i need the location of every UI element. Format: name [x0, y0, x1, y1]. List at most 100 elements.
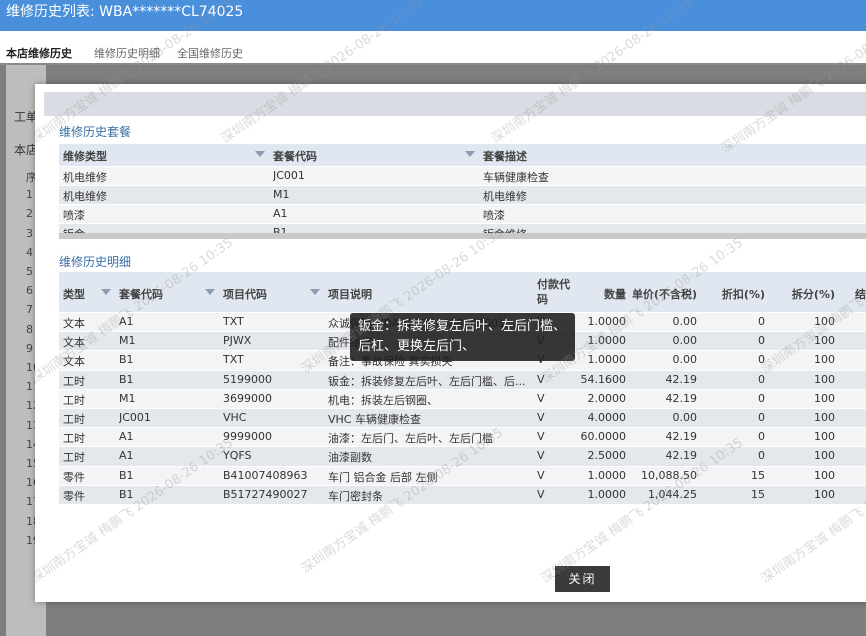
detail-cell-pkg: A1: [119, 449, 134, 463]
detail-cell-qty: 1.0000: [587, 468, 627, 482]
detail-cell-split: 100: [814, 430, 835, 444]
detail-cell-pkg: B1: [119, 468, 134, 482]
package-row[interactable]: 喷漆 A1 喷漆: [59, 205, 866, 224]
detail-cell-disc: 0: [758, 353, 765, 367]
package-row[interactable]: 钣金 B1 钣金维修: [59, 224, 866, 233]
detail-cell-price: 0.00: [672, 353, 698, 367]
background-row-number: 7: [26, 303, 33, 317]
tab-bar: 本店维修历史 维修历史明细 全国维修历史: [0, 31, 866, 68]
detail-cell-desc: 车门密封条: [328, 489, 383, 503]
detail-cell-desc: 油漆副数: [328, 451, 372, 465]
detail-cell-pkg: B1: [119, 353, 134, 367]
detail-row[interactable]: 零件 B1 B51727490027 车门密封条 V 1.0000 1,044.25 15 10…: [59, 485, 866, 505]
filter-icon[interactable]: [101, 289, 111, 297]
header-repair-type: 维修类型: [63, 150, 107, 163]
filter-icon[interactable]: [310, 289, 320, 297]
detail-cell-qty: 1.0000: [587, 487, 627, 501]
detail-cell-pay: V: [537, 449, 545, 463]
details-table-header: 类型 套餐代码 项目代码 项目说明 付款代码 数量 单价(不含税) 折扣(%) …: [59, 272, 866, 312]
package-cell-desc: 喷漆: [483, 209, 505, 222]
detail-row[interactable]: 工时 B1 5199000 钣金：拆装修复左后叶、左后门槛、后... V 54.1600 4…: [59, 370, 866, 390]
background-row-number: 1: [26, 188, 33, 202]
detail-cell-item: TXT: [223, 315, 244, 328]
detail-cell-pay: V: [537, 372, 545, 386]
detail-cell-price: 42.19: [665, 449, 698, 463]
detail-cell-disc: 0: [758, 334, 765, 348]
detail-cell-item: YQFS: [223, 449, 252, 463]
detail-cell-disc: 15: [751, 468, 765, 482]
detail-cell-type: 工时: [63, 451, 85, 465]
package-cell-type: 喷漆: [63, 209, 85, 222]
filter-icon[interactable]: [255, 151, 265, 159]
background-row-number: 9: [26, 341, 33, 355]
detail-cell-pay: V: [537, 391, 545, 405]
package-row[interactable]: 机电维修 JC001 车辆健康检查: [59, 167, 866, 186]
filter-icon[interactable]: [205, 289, 215, 297]
detail-cell-split: 100: [814, 315, 835, 328]
details-section-title: 维修历史明细: [59, 255, 132, 269]
header-package-code: 套餐代码: [273, 150, 317, 163]
detail-cell-disc: 0: [758, 315, 765, 328]
detail-cell-item: 3699000: [223, 391, 272, 405]
header-item-code: 项目代码: [223, 288, 267, 301]
horizontal-scrollbar[interactable]: [59, 233, 866, 239]
detail-cell-qty: 2.0000: [587, 391, 627, 405]
detail-cell-type: 零件: [63, 489, 85, 503]
tab-history-detail[interactable]: 维修历史明细: [94, 45, 160, 61]
detail-cell-pay: V: [537, 468, 545, 482]
detail-cell-price: 42.19: [665, 391, 698, 405]
header-package-desc: 套餐描述: [483, 150, 527, 163]
detail-cell-item: 9999000: [223, 430, 272, 444]
detail-row[interactable]: 工时 A1 YQFS 油漆副数 V 2.5000 42.19 0 100: [59, 447, 866, 467]
header-extra: 结: [855, 288, 866, 301]
detail-cell-price: 1,044.25: [648, 487, 697, 501]
detail-cell-pay: V: [537, 487, 545, 501]
detail-cell-qty: 54.1600: [580, 372, 627, 386]
detail-cell-pay: V: [537, 410, 545, 424]
detail-cell-type: 文本: [63, 355, 85, 369]
detail-cell-item: VHC: [223, 410, 247, 424]
package-cell-type: 机电维修: [63, 171, 107, 184]
detail-cell-type: 工时: [63, 432, 85, 446]
item-description-tooltip: 钣金：拆装修复左后叶、左后门槛、后杠、更换左后门、: [350, 313, 575, 361]
package-cell-type: 钣金: [63, 226, 85, 233]
package-cell-code: M1: [273, 188, 290, 201]
packages-section-title: 维修历史套餐: [59, 125, 132, 139]
detail-cell-type: 工时: [63, 393, 85, 407]
detail-cell-pay: V: [537, 430, 545, 444]
package-cell-code: JC001: [273, 169, 305, 182]
background-row-number: 3: [26, 226, 33, 240]
detail-cell-pkg: A1: [119, 315, 134, 328]
detail-cell-split: 100: [814, 391, 835, 405]
detail-cell-type: 零件: [63, 470, 85, 484]
header-discount: 折扣(%): [721, 288, 765, 301]
close-button[interactable]: 关闭: [555, 566, 610, 592]
header-quantity: 数量: [604, 288, 626, 301]
detail-cell-split: 100: [814, 487, 835, 501]
window-title: 维修历史列表: WBA*******CL74025: [0, 0, 866, 31]
header-split: 拆分(%): [791, 288, 835, 301]
detail-cell-price: 0.00: [672, 315, 698, 328]
packages-table-header: 维修类型 套餐代码 套餐描述: [59, 144, 866, 166]
tab-national-history[interactable]: 全国维修历史: [177, 45, 243, 61]
detail-cell-disc: 15: [751, 487, 765, 501]
header-package-code: 套餐代码: [119, 288, 163, 301]
detail-cell-price: 0.00: [672, 334, 698, 348]
detail-cell-type: 文本: [63, 336, 85, 350]
detail-row[interactable]: 零件 B1 B41007408963 车门 铝合金 后部 左侧 V 1.0000 10,08…: [59, 466, 866, 486]
tab-store-history[interactable]: 本店维修历史: [6, 45, 72, 68]
detail-cell-price: 0.00: [672, 410, 698, 424]
detail-cell-item: B41007408963: [223, 468, 308, 482]
detail-row[interactable]: 工时 M1 3699000 机电：拆装左后钢圈、 V 2.0000 42.19 0 100: [59, 389, 866, 409]
detail-cell-type: 工时: [63, 374, 85, 388]
detail-row[interactable]: 工时 JC001 VHC VHC 车辆健康检查 V 4.0000 0.00 0 100: [59, 408, 866, 429]
package-cell-code: B1: [273, 226, 288, 233]
header-type: 类型: [63, 288, 85, 301]
package-row[interactable]: 机电维修 M1 机电维修: [59, 186, 866, 205]
detail-cell-type: 工时: [63, 412, 85, 426]
detail-cell-price: 10,088.50: [641, 468, 697, 482]
detail-cell-qty: 4.0000: [587, 410, 627, 424]
detail-cell-desc: 机电：拆装左后钢圈、: [328, 393, 438, 407]
filter-icon[interactable]: [465, 151, 475, 159]
detail-row[interactable]: 工时 A1 9999000 油漆：左后门、左后叶、左后门槛 V 60.0000 42.19 0…: [59, 428, 866, 448]
